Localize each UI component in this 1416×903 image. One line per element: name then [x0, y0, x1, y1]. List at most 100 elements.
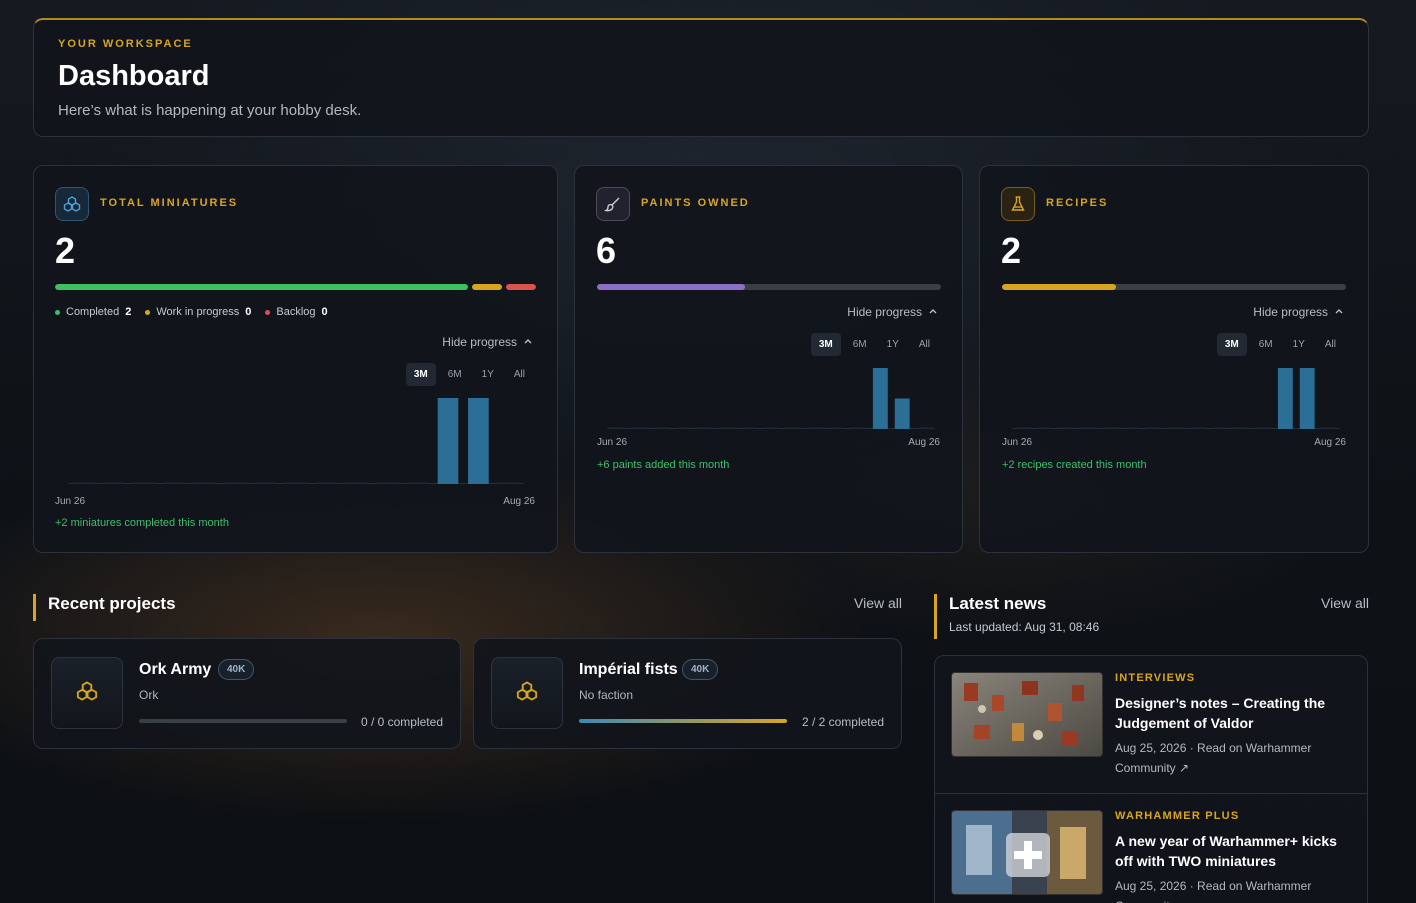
chart-bar: [346, 482, 368, 484]
hide-progress-button[interactable]: Hide progress: [847, 305, 938, 319]
paints-progress-fill: [597, 284, 745, 290]
chart-bar: [829, 427, 845, 429]
chart-bar: [1015, 427, 1031, 429]
projects-view-all-link[interactable]: View all: [854, 595, 902, 611]
news-view-all-link[interactable]: View all: [1321, 595, 1369, 611]
project-name: Impérial fists: [579, 661, 678, 678]
range-selector: 3M 6M 1Y All: [810, 333, 938, 356]
project-progress-fill: [579, 719, 787, 723]
monthly-note: +6 paints added this month: [597, 459, 730, 471]
chart-bar: [255, 482, 276, 484]
news-thumbnail-image: [951, 810, 1103, 895]
chart-bar: [285, 482, 307, 484]
flask-icon: [1001, 187, 1035, 221]
recipes-progress-fill: [1002, 284, 1116, 290]
range-6m[interactable]: 6M: [845, 333, 875, 356]
chart-bar: [1059, 427, 1075, 429]
chart-bar: [1234, 427, 1250, 429]
x-axis-end: Aug 26: [908, 437, 940, 448]
segment-backlog: [506, 284, 536, 290]
range-all[interactable]: All: [506, 363, 533, 386]
range-6m[interactable]: 6M: [440, 363, 470, 386]
chart-bar: [1037, 427, 1053, 429]
chevron-up-icon: [1334, 305, 1344, 319]
chart-bar: [872, 368, 888, 429]
news-meta: Aug 25, 2026 · Read on Warhammer Communi…: [1115, 879, 1312, 903]
project-faction: Ork: [139, 688, 159, 702]
chevron-up-icon: [523, 335, 533, 349]
chart-bar: [1146, 427, 1162, 429]
x-axis-end: Aug 26: [1314, 437, 1346, 448]
chart-bar: [164, 482, 185, 484]
hide-progress-button[interactable]: Hide progress: [1253, 305, 1344, 319]
chart-bar: [916, 427, 932, 429]
chart-bar: [1256, 427, 1271, 429]
project-progress-count: 0 / 0 completed: [360, 715, 443, 729]
project-card-imperial-fists[interactable]: Impérial fists 40K No faction 2 / 2 comp…: [473, 638, 902, 749]
chevron-up-icon: [928, 305, 938, 319]
chart-bar: [719, 427, 735, 429]
recent-projects-heading: Recent projects: [33, 594, 176, 621]
range-1y[interactable]: 1Y: [474, 363, 502, 386]
x-axis-start: Jun 26: [55, 496, 86, 507]
paints-progress-bar: [597, 284, 941, 290]
page-subtitle: Here’s what is happening at your hobby d…: [58, 102, 362, 119]
news-item[interactable]: WARHAMMER PLUS A new year of Warhammer+ …: [935, 793, 1367, 903]
stat-label: RECIPES: [1046, 197, 1109, 209]
news-last-updated: Last updated: Aug 31, 08:46: [949, 620, 1100, 634]
section-title: Recent projects: [48, 594, 176, 613]
range-3m[interactable]: 3M: [405, 363, 436, 386]
hide-progress-button[interactable]: Hide progress: [442, 335, 533, 349]
chart-bar: [741, 427, 757, 429]
chart-bar: [224, 482, 246, 484]
chart-bar: [194, 482, 216, 484]
chart-bar: [807, 427, 823, 429]
miniatures-chart: [68, 398, 524, 484]
legend-wip: Work in progress 0: [145, 306, 251, 318]
dashboard-header: YOUR WORKSPACE Dashboard Here’s what is …: [33, 18, 1369, 137]
chart-bar: [654, 427, 670, 429]
chart-bar: [133, 482, 155, 484]
stat-value: 2: [55, 230, 76, 271]
range-1y[interactable]: 1Y: [879, 333, 907, 356]
range-all[interactable]: All: [1317, 333, 1344, 356]
chart-bar: [632, 427, 648, 429]
chart-bar: [1212, 427, 1228, 429]
news-title[interactable]: Designer’s notes – Creating the Judgemen…: [1115, 693, 1355, 733]
range-3m[interactable]: 3M: [810, 333, 841, 356]
chart-bar: [316, 482, 337, 484]
stat-label: TOTAL MINIATURES: [100, 197, 239, 209]
chart-bar: [894, 398, 910, 429]
paints-owned-card: PAINTS OWNED 6 Hide progress 3M 6M 1Y Al…: [574, 165, 963, 553]
chart-bar: [103, 482, 124, 484]
news-title[interactable]: A new year of Warhammer+ kicks off with …: [1115, 831, 1355, 871]
total-miniatures-card: TOTAL MINIATURES 2 Completed 2 Work in pr…: [33, 165, 558, 553]
chart-bar: [498, 482, 520, 484]
project-thumbnail: [491, 657, 563, 729]
project-progress-count: 2 / 2 completed: [801, 715, 884, 729]
chart-bar: [610, 427, 626, 429]
game-badge: 40K: [218, 659, 255, 680]
news-item[interactable]: INTERVIEWS Designer’s notes – Creating t…: [935, 656, 1367, 793]
range-6m[interactable]: 6M: [1251, 333, 1281, 356]
cubes-icon: [76, 680, 98, 707]
recipes-chart: [1012, 368, 1340, 429]
project-thumbnail: [51, 657, 123, 729]
cubes-icon: [55, 187, 89, 221]
legend-completed: Completed 2: [55, 306, 131, 318]
chart-bar: [697, 427, 713, 429]
news-thumbnail-image: [951, 672, 1103, 757]
chart-bar: [676, 427, 691, 429]
project-card-ork-army[interactable]: Ork Army 40K Ork 0 / 0 completed: [33, 638, 461, 749]
segment-completed: [55, 284, 468, 290]
workspace-eyebrow: YOUR WORKSPACE: [58, 38, 193, 50]
range-1y[interactable]: 1Y: [1285, 333, 1313, 356]
news-meta: Aug 25, 2026 · Read on Warhammer Communi…: [1115, 741, 1312, 775]
chart-bar: [1277, 368, 1293, 429]
range-all[interactable]: All: [911, 333, 938, 356]
chart-bar: [1168, 427, 1184, 429]
game-badge: 40K: [682, 659, 719, 680]
range-3m[interactable]: 3M: [1216, 333, 1247, 356]
monthly-note: +2 recipes created this month: [1002, 459, 1147, 471]
cubes-icon: [516, 680, 538, 707]
